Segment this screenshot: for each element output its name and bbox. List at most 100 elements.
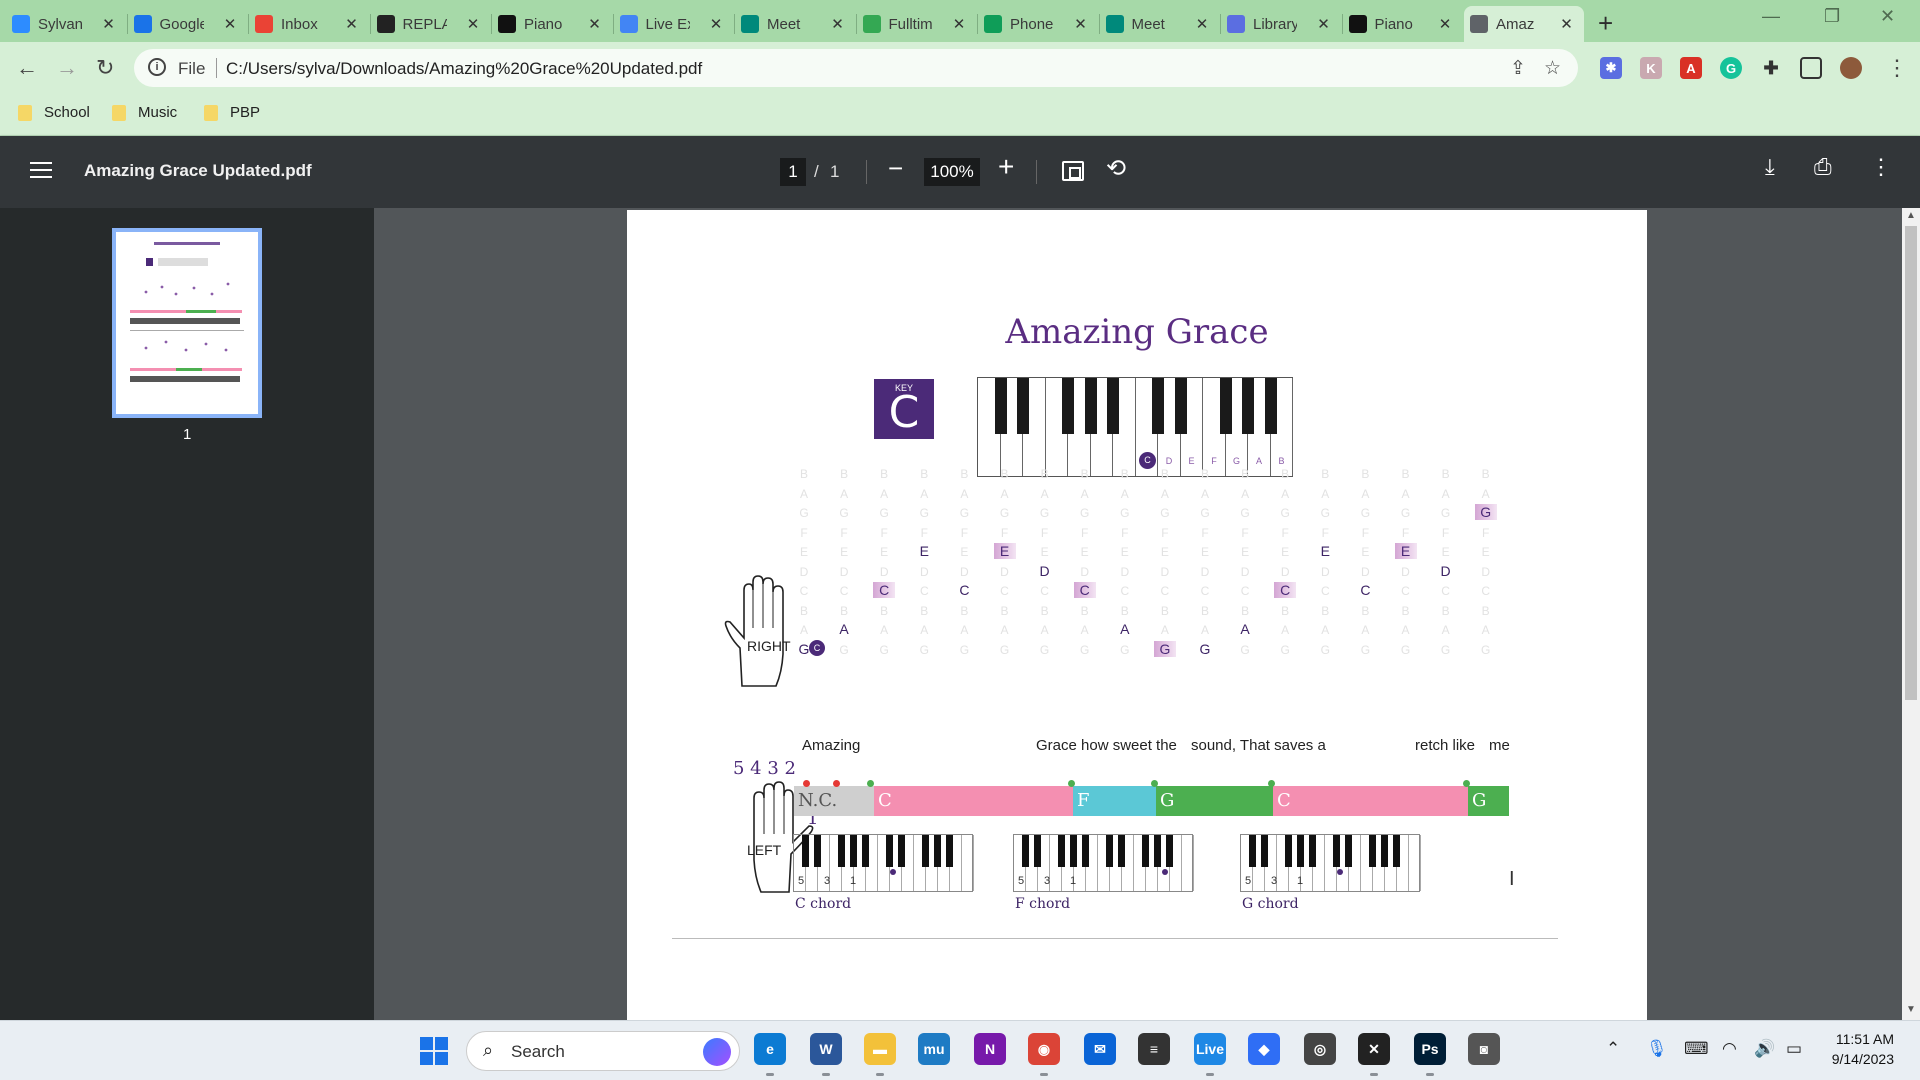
tab-close-icon[interactable]: ✕	[1193, 15, 1211, 33]
taskbar-search[interactable]: ⌕ Search	[466, 1031, 740, 1071]
reload-icon[interactable]: ↻	[96, 55, 114, 81]
browser-tab[interactable]: REPLAY ✕	[371, 6, 491, 42]
grid-letter: E	[1160, 545, 1169, 559]
bookmark-school[interactable]: School	[18, 104, 90, 121]
obs-icon[interactable]: ◎	[1304, 1033, 1336, 1065]
clock-time[interactable]: 11:51 AM	[1832, 1031, 1894, 1047]
tab-close-icon[interactable]: ✕	[829, 15, 847, 33]
minimize-icon[interactable]: —	[1762, 6, 1780, 27]
start-button[interactable]	[420, 1037, 448, 1065]
bookmark-pbp[interactable]: PBP	[204, 104, 260, 121]
onenote-icon[interactable]: N	[974, 1033, 1006, 1065]
tab-close-icon[interactable]: ✕	[464, 15, 482, 33]
side-panel-icon[interactable]	[1800, 57, 1822, 79]
musescore-icon[interactable]: mu	[918, 1033, 950, 1065]
tab-close-icon[interactable]: ✕	[100, 15, 118, 33]
tab-label: Amaz	[1496, 15, 1535, 33]
key-keyboard-diagram: CD E F G A B	[977, 377, 1293, 477]
rotate-icon[interactable]: ⟲	[1106, 154, 1126, 183]
photoshop-icon[interactable]: Ps	[1414, 1033, 1446, 1065]
note: E	[1320, 543, 1330, 559]
bookmark-music[interactable]: Music	[112, 104, 177, 121]
browser-tab[interactable]: Meet ✕	[1100, 6, 1220, 42]
browser-tab[interactable]: Meet ✕	[735, 6, 855, 42]
tab-close-icon[interactable]: ✕	[950, 15, 968, 33]
scroll-up-icon[interactable]: ▲	[1906, 210, 1916, 221]
file-explorer-icon[interactable]: ▬	[864, 1033, 896, 1065]
extensions-puzzle-icon[interactable]: ✚	[1760, 57, 1782, 79]
download-icon[interactable]: ⤓	[1765, 154, 1775, 180]
bookmark-star-icon[interactable]: ☆	[1544, 57, 1561, 80]
tab-close-icon[interactable]: ✕	[221, 15, 239, 33]
camera-icon[interactable]: ◙	[1468, 1033, 1500, 1065]
wifi-icon[interactable]: ◠	[1722, 1039, 1737, 1059]
clock-date[interactable]: 9/14/2023	[1816, 1051, 1894, 1067]
fit-page-icon[interactable]	[1062, 161, 1084, 181]
browser-tab[interactable]: Phone ✕	[978, 6, 1098, 42]
vertical-scrollbar[interactable]: ▲ ▼	[1902, 208, 1920, 1020]
mini-black-key	[886, 835, 893, 867]
url-text[interactable]: C:/Users/sylva/Downloads/Amazing%20Grace…	[226, 59, 702, 79]
zoom-in-icon[interactable]: +	[998, 151, 1014, 183]
print-icon[interactable]: ⎙	[1814, 154, 1832, 180]
droplet-icon[interactable]: ◆	[1248, 1033, 1280, 1065]
browser-tab[interactable]: Live Ex ✕	[614, 6, 734, 42]
chrome-icon[interactable]: ◉	[1028, 1033, 1060, 1065]
browser-tab[interactable]: Library ✕	[1221, 6, 1341, 42]
profile-avatar[interactable]	[1840, 57, 1862, 79]
scroll-down-icon[interactable]: ▼	[1906, 1004, 1916, 1015]
edge-icon[interactable]: e	[754, 1033, 786, 1065]
browser-tab[interactable]: Inbox ✕	[249, 6, 369, 42]
new-tab-button[interactable]: +	[1598, 8, 1613, 39]
black-key	[1084, 378, 1097, 434]
share-icon[interactable]: ⇪	[1510, 57, 1526, 80]
acrobat-icon[interactable]: A	[1680, 57, 1702, 79]
info-icon[interactable]: i	[148, 58, 166, 76]
grid-letter: A	[1361, 486, 1370, 501]
maximize-icon[interactable]: ❐	[1824, 6, 1840, 27]
tab-close-icon[interactable]: ✕	[707, 15, 725, 33]
tab-close-icon[interactable]: ✕	[1436, 15, 1454, 33]
browser-tab[interactable]: Piano ✕	[1343, 6, 1463, 42]
zoom-input[interactable]: 100%	[924, 158, 980, 186]
mail-icon[interactable]: ✉	[1084, 1033, 1116, 1065]
address-bar[interactable]: i File C:/Users/sylva/Downloads/Amazing%…	[134, 49, 1578, 87]
tab-close-icon[interactable]: ✕	[1315, 15, 1333, 33]
microphone-icon[interactable]: 🎙	[1646, 1039, 1668, 1059]
settings-icon[interactable]: ≡	[1138, 1033, 1170, 1065]
close-icon[interactable]: ✕	[1880, 6, 1895, 27]
grammarly-icon[interactable]: G	[1720, 57, 1742, 79]
tab-label: Phone	[1010, 15, 1054, 33]
menu-icon[interactable]	[30, 162, 52, 180]
word-icon[interactable]: W	[810, 1033, 842, 1065]
more-options-icon[interactable]: ⋮	[1870, 154, 1892, 180]
bing-icon[interactable]	[703, 1038, 731, 1066]
tab-close-icon[interactable]: ✕	[343, 15, 361, 33]
battery-icon[interactable]: ▭	[1786, 1039, 1802, 1059]
scrollbar-thumb[interactable]	[1905, 226, 1917, 700]
extension-k-icon[interactable]: K	[1640, 57, 1662, 79]
browser-tab[interactable]: Fulltime ✕	[857, 6, 977, 42]
page-thumbnail[interactable]	[112, 228, 262, 418]
chevron-up-icon[interactable]: ⌃	[1606, 1039, 1620, 1059]
forward-icon[interactable]: →	[56, 55, 78, 81]
extension-gear-icon[interactable]: ✱	[1600, 57, 1622, 79]
back-icon[interactable]: ←	[16, 55, 38, 81]
browser-tab[interactable]: Amaz ✕	[1464, 6, 1584, 42]
page-number-input[interactable]: 1	[780, 158, 806, 186]
zoom-out-icon[interactable]: −	[888, 153, 903, 184]
grid-letter: G	[839, 642, 849, 657]
capcut-icon[interactable]: ✕	[1358, 1033, 1390, 1065]
live-icon[interactable]: Live	[1194, 1033, 1226, 1065]
tab-close-icon[interactable]: ✕	[1558, 15, 1576, 33]
browser-tab[interactable]: Google ✕	[128, 6, 248, 42]
volume-icon[interactable]: 🔊	[1754, 1039, 1775, 1059]
tab-close-icon[interactable]: ✕	[1072, 15, 1090, 33]
tab-close-icon[interactable]: ✕	[586, 15, 604, 33]
mini-black-key	[1082, 835, 1089, 867]
keyboard-icon[interactable]: ⌨	[1684, 1039, 1709, 1059]
lyric: retch like	[1415, 737, 1476, 754]
browser-tab[interactable]: Sylvan ✕	[6, 6, 126, 42]
browser-tab[interactable]: Piano ✕	[492, 6, 612, 42]
chrome-menu-icon[interactable]: ⋮	[1886, 55, 1908, 81]
